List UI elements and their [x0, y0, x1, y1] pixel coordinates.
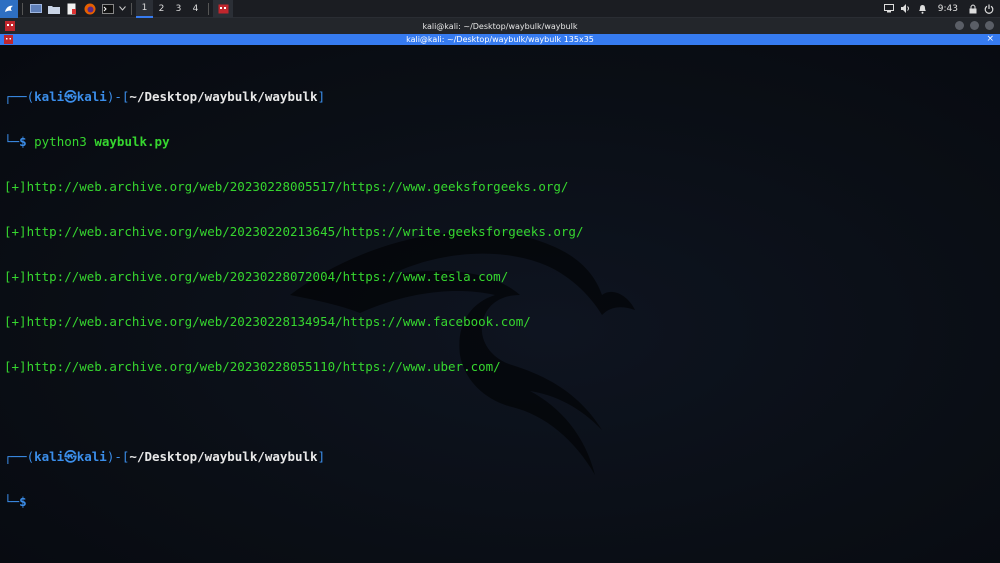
minimize-button[interactable] — [955, 21, 964, 30]
prompt-line-2: ┌──(kali㉿kali)-[~/Desktop/waybulk/waybul… — [4, 449, 326, 464]
clock[interactable]: 9:43 — [938, 4, 958, 14]
firefox-icon — [84, 3, 96, 14]
output-line: [+]http://web.archive.org/web/2023022805… — [4, 359, 501, 374]
output-line: [+]http://web.archive.org/web/2023022021… — [4, 224, 584, 239]
close-tab-icon[interactable]: × — [986, 34, 994, 44]
files-icon — [30, 3, 42, 13]
window-title-bar[interactable]: kali@kali: ~/Desktop/waybulk/waybulk — [0, 18, 1000, 34]
terminal-window-icon — [218, 4, 228, 13]
taskbar-terminal-window[interactable] — [213, 0, 233, 18]
top-panel: 1 2 3 4 9:43 — [0, 0, 1000, 18]
file-manager-button[interactable] — [45, 0, 63, 18]
file-manager-icon — [48, 5, 60, 14]
output-line: [+]http://web.archive.org/web/2023022807… — [4, 269, 509, 284]
bell-icon[interactable] — [918, 4, 927, 14]
maximize-button[interactable] — [970, 21, 979, 30]
terminal-text: ┌──(kali㉿kali)-[~/Desktop/waybulk/waybul… — [4, 59, 583, 539]
workspace-1[interactable]: 1 — [136, 0, 153, 18]
display-icon[interactable] — [883, 4, 894, 13]
terminal-tab-icon — [4, 35, 13, 44]
input-line[interactable]: └─$ — [4, 494, 583, 509]
workspace-3[interactable]: 3 — [170, 0, 187, 18]
show-desktop-button[interactable] — [27, 0, 45, 18]
terminal-output-area[interactable]: ┌──(kali㉿kali)-[~/Desktop/waybulk/waybul… — [0, 45, 1000, 563]
workspace-4[interactable]: 4 — [187, 0, 204, 18]
lock-icon[interactable] — [969, 4, 977, 14]
text-editor-button[interactable] — [63, 0, 81, 18]
kali-menu-button[interactable] — [0, 0, 18, 18]
terminal-tab[interactable]: kali@kali: ~/Desktop/waybulk/waybulk 135… — [0, 34, 1000, 45]
terminal-button[interactable] — [99, 0, 117, 18]
window-title: kali@kali: ~/Desktop/waybulk/waybulk — [422, 21, 578, 31]
kali-dragon-icon — [5, 5, 13, 12]
speaker-icon[interactable] — [900, 4, 911, 13]
chevron-down-icon — [118, 6, 126, 11]
firefox-button[interactable] — [81, 0, 99, 18]
text-editor-icon — [67, 3, 76, 14]
terminal-window-icon — [5, 21, 15, 31]
output-line: [+]http://web.archive.org/web/2023022800… — [4, 179, 569, 194]
text-cursor — [27, 494, 34, 506]
close-button[interactable] — [985, 21, 994, 30]
tab-title: kali@kali: ~/Desktop/waybulk/waybulk 135… — [406, 35, 594, 44]
power-icon[interactable] — [984, 4, 994, 14]
terminal-icon — [102, 3, 114, 14]
prompt-line-1: ┌──(kali㉿kali)-[~/Desktop/waybulk/waybul… — [4, 89, 326, 104]
workspace-2[interactable]: 2 — [153, 0, 170, 18]
launcher-dropdown[interactable] — [117, 0, 127, 18]
command-line: └─$ python3 waybulk.py — [4, 134, 170, 149]
output-line: [+]http://web.archive.org/web/2023022813… — [4, 314, 531, 329]
system-tray: 9:43 — [883, 4, 1000, 14]
